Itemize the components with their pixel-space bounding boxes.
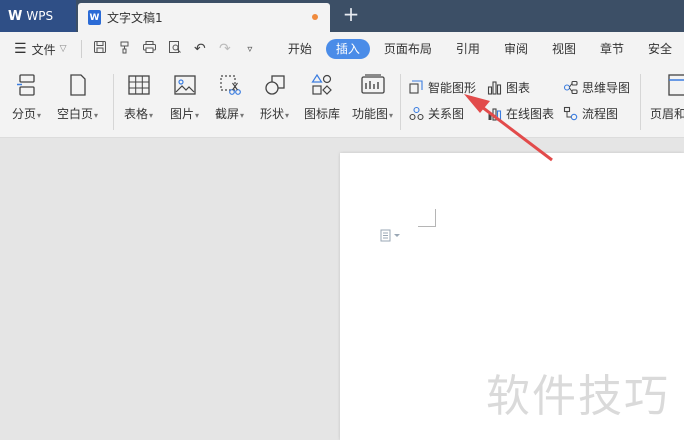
shape-label: 形状 xyxy=(260,107,285,121)
menu-bar: ☰ 文件 ▽ ↶ ↷ ▿ 开始 插入 页面布局 引用 审阅 视图 章节 安全 xyxy=(0,32,684,66)
chart-button[interactable]: 图表 xyxy=(486,79,530,96)
ribbon-divider xyxy=(113,74,114,130)
document-tab-title: 文字文稿1 xyxy=(107,11,163,25)
tab-insert[interactable]: 插入 xyxy=(325,39,370,59)
watermark-text: 软件技巧 xyxy=(486,371,670,422)
flowchart-label: 流程图 xyxy=(582,107,619,121)
writer-doc-icon: W xyxy=(88,10,101,25)
icon-library-button[interactable]: 图标库 xyxy=(304,72,340,122)
insert-ribbon: 分页▾ 空白页▾ 表格▾ 图片▾ 截屏▾ 形状▾ 图标库 功能图▾ 智能图形 关… xyxy=(0,66,684,138)
chevron-down-icon: ▽ xyxy=(59,44,67,54)
tab-page-layout[interactable]: 页面布局 xyxy=(372,39,444,59)
paragraph-layout-icon[interactable] xyxy=(380,229,402,245)
table-icon xyxy=(126,72,152,98)
ribbon-divider xyxy=(640,74,641,130)
blank-page-icon xyxy=(65,72,91,98)
relation-chart-icon xyxy=(408,106,424,122)
function-chart-button[interactable]: 功能图▾ xyxy=(352,72,393,122)
tab-review[interactable]: 审阅 xyxy=(492,39,540,59)
unsaved-indicator-icon[interactable] xyxy=(312,14,318,20)
customize-toolbar-icon[interactable]: ▿ xyxy=(242,44,258,55)
print-preview-icon[interactable] xyxy=(167,40,183,58)
page-break-label: 分页 xyxy=(12,107,37,121)
smart-shape-button[interactable]: 智能图形 xyxy=(408,79,476,96)
tab-security[interactable]: 安全 xyxy=(636,39,684,59)
tab-references[interactable]: 引用 xyxy=(444,39,492,59)
relation-chart-button[interactable]: 关系图 xyxy=(408,105,464,122)
table-button[interactable]: 表格▾ xyxy=(124,72,153,122)
mind-map-icon xyxy=(562,80,578,96)
title-bar: W WPS W 文字文稿1 + xyxy=(0,0,684,32)
page-break-icon xyxy=(14,72,40,98)
online-chart-label: 在线图表 xyxy=(506,107,555,121)
redo-icon[interactable]: ↷ xyxy=(217,41,233,57)
quick-access-toolbar: ↶ ↷ ▿ xyxy=(86,40,264,58)
icon-library-label: 图标库 xyxy=(304,107,341,121)
icon-library-icon xyxy=(309,72,335,98)
wps-logo-icon: W xyxy=(8,8,23,24)
wps-home-tab[interactable]: W WPS xyxy=(0,0,76,32)
document-tab[interactable]: W 文字文稿1 xyxy=(78,3,330,32)
hamburger-icon: ☰ xyxy=(14,41,27,57)
picture-icon xyxy=(172,72,198,98)
scissors-icon xyxy=(217,72,243,98)
table-label: 表格 xyxy=(124,107,149,121)
blank-page-label: 空白页 xyxy=(57,107,94,121)
new-tab-button[interactable]: + xyxy=(340,3,362,27)
mind-map-label: 思维导图 xyxy=(582,81,631,95)
ribbon-tabs: 开始 插入 页面布局 引用 审阅 视图 章节 安全 xyxy=(276,39,684,59)
shape-icon xyxy=(262,72,288,98)
file-menu-button[interactable]: ☰ 文件 ▽ xyxy=(0,41,77,58)
header-footer-label: 页眉和 xyxy=(650,107,684,121)
picture-button[interactable]: 图片▾ xyxy=(170,72,199,122)
undo-icon[interactable]: ↶ xyxy=(192,41,208,57)
save-icon[interactable] xyxy=(92,40,108,58)
header-footer-icon xyxy=(664,72,684,98)
ribbon-divider xyxy=(400,74,401,130)
screenshot-label: 截屏 xyxy=(215,107,240,121)
online-chart-button[interactable]: 在线图表 xyxy=(486,105,554,122)
page-break-button[interactable]: 分页▾ xyxy=(12,72,41,122)
smart-shape-icon xyxy=(408,80,424,96)
function-chart-icon xyxy=(360,72,386,98)
menu-divider xyxy=(80,40,82,58)
blank-page-button[interactable]: 空白页▾ xyxy=(57,72,98,122)
tab-chapter[interactable]: 章节 xyxy=(588,39,636,59)
bar-chart-icon xyxy=(486,80,502,96)
smart-shape-label: 智能图形 xyxy=(428,81,477,95)
relation-chart-label: 关系图 xyxy=(428,107,465,121)
online-chart-icon xyxy=(486,106,502,122)
format-painter-icon[interactable] xyxy=(117,40,133,58)
tab-view[interactable]: 视图 xyxy=(540,39,588,59)
chart-label: 图表 xyxy=(506,81,531,95)
tab-home[interactable]: 开始 xyxy=(276,39,324,59)
wps-app-name: WPS xyxy=(26,9,54,23)
picture-label: 图片 xyxy=(170,107,195,121)
screenshot-button[interactable]: 截屏▾ xyxy=(215,72,244,122)
print-icon[interactable] xyxy=(142,40,158,58)
mind-map-button[interactable]: 思维导图 xyxy=(562,79,630,96)
file-menu-label: 文件 xyxy=(31,42,56,57)
flowchart-icon xyxy=(562,106,578,122)
page-margin-corner xyxy=(418,209,436,227)
flowchart-button[interactable]: 流程图 xyxy=(562,105,618,122)
function-chart-label: 功能图 xyxy=(352,107,389,121)
shape-button[interactable]: 形状▾ xyxy=(260,72,289,122)
header-footer-button[interactable]: 页眉和 xyxy=(650,72,684,122)
